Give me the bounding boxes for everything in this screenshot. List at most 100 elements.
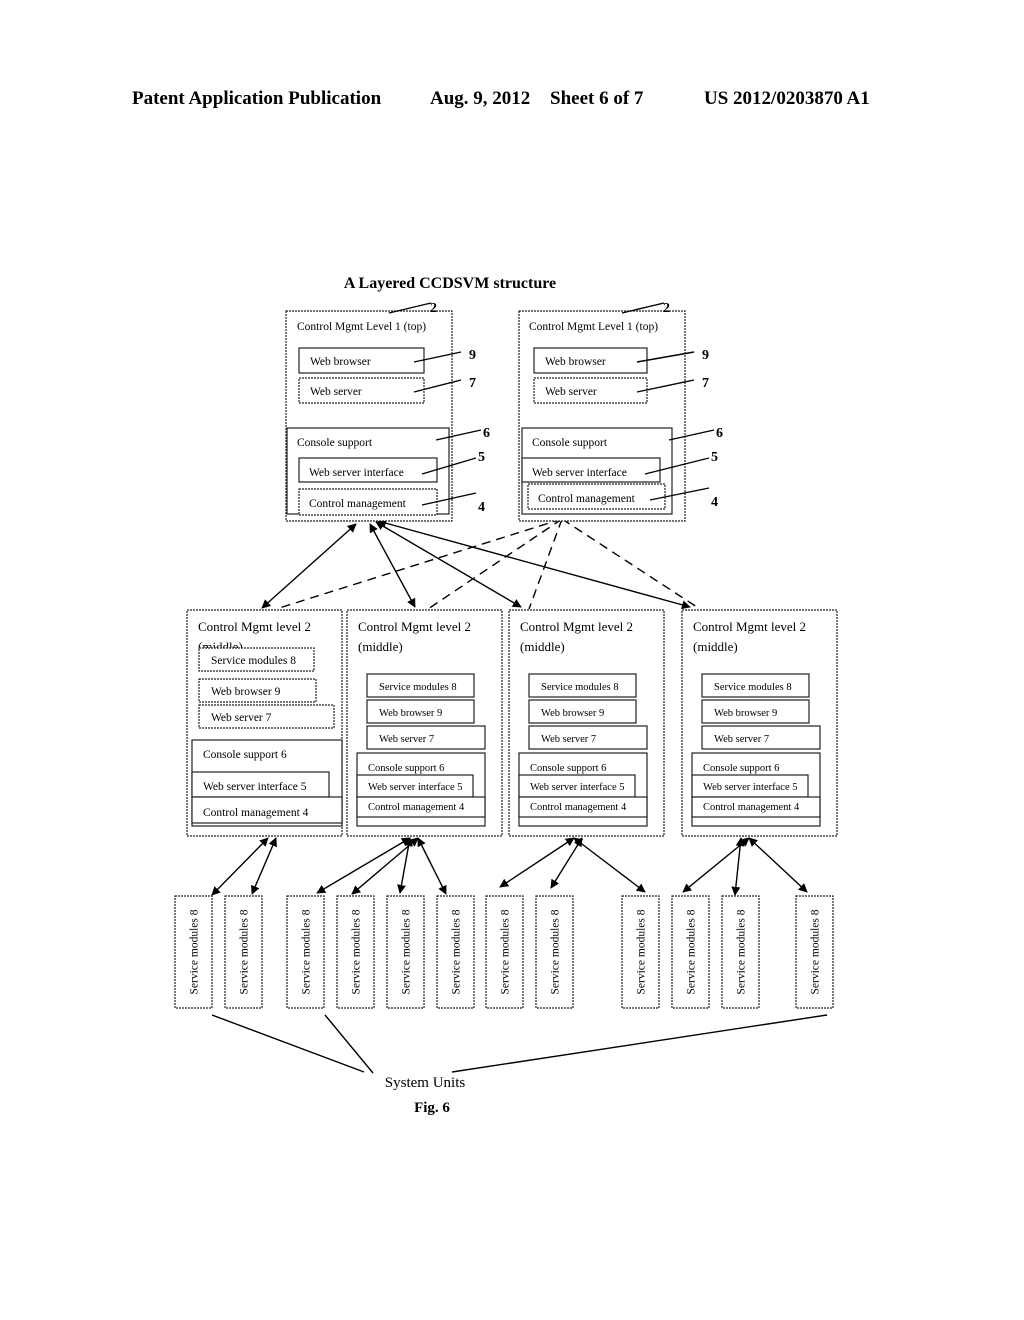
service-module: Service modules 8 [721,895,760,1009]
ref-number: 4 [711,495,718,510]
service-module: Service modules 8 [621,895,660,1009]
level1-to-level2-arrow [369,523,416,608]
level2-title: Control Mgmt level 2 [358,619,471,634]
service-module: Service modules 8 [174,895,213,1009]
console-item-label: Web server interface [532,467,627,479]
service-module-label: Service modules 8 [500,909,512,994]
figure-title: A Layered CCDSVM structure [344,275,556,292]
console-item-label: Web server interface 5 [203,781,307,793]
level2-item-label: Web server 7 [211,712,272,724]
level1-item-label: Web browser [545,356,606,368]
level2-to-service-module-arrow [573,837,646,893]
level2-item-label: Web server 7 [379,734,434,745]
level1-node: Control Mgmt Level 1 (top) 2 Web browser 9 W… [285,301,490,522]
ref-number: 9 [469,348,476,363]
console-support-label: Console support 6 [530,763,606,774]
service-module: Service modules 8 [436,895,475,1009]
level2-subtitle: (middle) [358,639,403,654]
level2-title: Control Mgmt level 2 [520,619,633,634]
level2-node: Control Mgmt level 2(middle)Service modu… [346,609,503,837]
level2-to-service-module-arrow [550,837,583,889]
console-item-label: Control management [309,498,407,510]
service-module: Service modules 8 [224,895,263,1009]
service-module-label: Service modules 8 [351,909,363,994]
service-module-label: Service modules 8 [401,909,413,994]
service-module: Service modules 8 [795,895,834,1009]
level2-to-service-module-arrow [251,837,277,895]
console-item-label: Control management 4 [203,807,309,819]
console-item-label: Web server interface 5 [530,782,624,793]
level2-node: Control Mgmt level 2 (middle) Service modu… [508,609,665,837]
console-item-label: Control management 4 [368,802,465,813]
service-module-nodes: Service modules 8 Service modules 8 Servic… [174,895,834,1009]
level2-item-label: Service modules 8 [541,682,619,693]
level1-nodes: Control Mgmt Level 1 (top) 2 Web browser 9 W… [285,301,723,522]
service-module-label: Service modules 8 [810,909,822,994]
console-item-label: Control management 4 [703,802,800,813]
service-module-label: Service modules 8 [451,909,463,994]
level2-subtitle: (middle) [520,639,565,654]
ref-number: 7 [702,376,709,391]
system-units-pointer-line [324,1014,374,1074]
level1-to-level2-dashed-link [561,518,701,610]
level2-item-label: Web browser 9 [379,708,442,719]
ref-number: 5 [711,450,718,465]
level1-to-level2-arrow [261,523,357,609]
level1-item-label: Web server [310,386,362,398]
service-module: Service modules 8 [671,895,710,1009]
ref-number: 4 [478,500,485,515]
console-support-label: Console support 6 [368,763,444,774]
service-module-label: Service modules 8 [301,909,313,994]
system-units-pointer-line [451,1014,828,1073]
service-module-label: Service modules 8 [636,909,648,994]
level1-title: Control Mgmt Level 1 (top) [529,321,658,333]
level2-subtitle: (middle) [693,639,738,654]
service-module-label: Service modules 8 [736,909,748,994]
level2-item-label: Web server 7 [714,734,769,745]
level2-to-service-module-arrow [211,837,269,896]
level2-item-label: Web browser 9 [714,708,777,719]
console-item-label: Control management [538,493,636,505]
service-module: Service modules 8 [336,895,375,1009]
console-item-label: Web server interface 5 [703,782,797,793]
level2-to-service-module-arrow [417,837,447,895]
service-module-label: Service modules 8 [189,909,201,994]
level2-nodes: Control Mgmt level 2 (middle) Service modu… [186,609,838,837]
ref-number: 7 [469,376,476,391]
system-units-pointer-line [211,1014,365,1073]
system-units-label: System Units [385,1075,466,1091]
level1-to-level2-arrow [375,521,522,608]
ccdsvm-diagram: A Layered CCDSVM structure Control Mgmt … [174,275,838,1116]
service-module: Service modules 8 [535,895,574,1009]
level1-item-label: Web browser [310,356,371,368]
ref-number: 5 [478,450,485,465]
level2-item-label: Web browser 9 [541,708,604,719]
console-item-label: Control management 4 [530,802,627,813]
level2-item-label: Web server 7 [541,734,596,745]
service-module-label: Service modules 8 [550,909,562,994]
level2-node: Control Mgmt level 2(middle)Service modu… [186,609,343,837]
system-units-pointers [211,1014,828,1074]
service-module: Service modules 8 [485,895,524,1009]
level2-to-service-module-arrow [499,837,575,888]
service-module-label: Service modules 8 [239,909,251,994]
level1-item-label: Web server [545,386,597,398]
level2-item-label: Service modules 8 [211,655,296,667]
level2-node: Control Mgmt level 2(middle)Service modu… [681,609,838,837]
console-support-label: Console support [532,437,608,449]
level2-title: Control Mgmt level 2 [198,619,311,634]
level1-node: Control Mgmt Level 1 (top) 2 Web browser 9 W… [518,301,723,522]
figure-caption: Fig. 6 [414,1100,450,1116]
ref-number: 6 [483,426,490,441]
level2-item-label: Service modules 8 [714,682,792,693]
level2-to-service-module-arrow [397,837,413,894]
level2-item-label: Web browser 9 [211,686,281,698]
ref-number: 6 [716,426,723,441]
console-support-label: Console support [297,437,373,449]
ref-number: 2 [663,301,670,316]
console-support-label: Console support 6 [703,763,779,774]
console-support-label: Console support 6 [203,749,287,761]
service-module: Service modules 8 [386,895,425,1009]
level2-to-service-module-arrow [682,837,750,893]
level2-to-service-module-arrow [748,837,808,893]
